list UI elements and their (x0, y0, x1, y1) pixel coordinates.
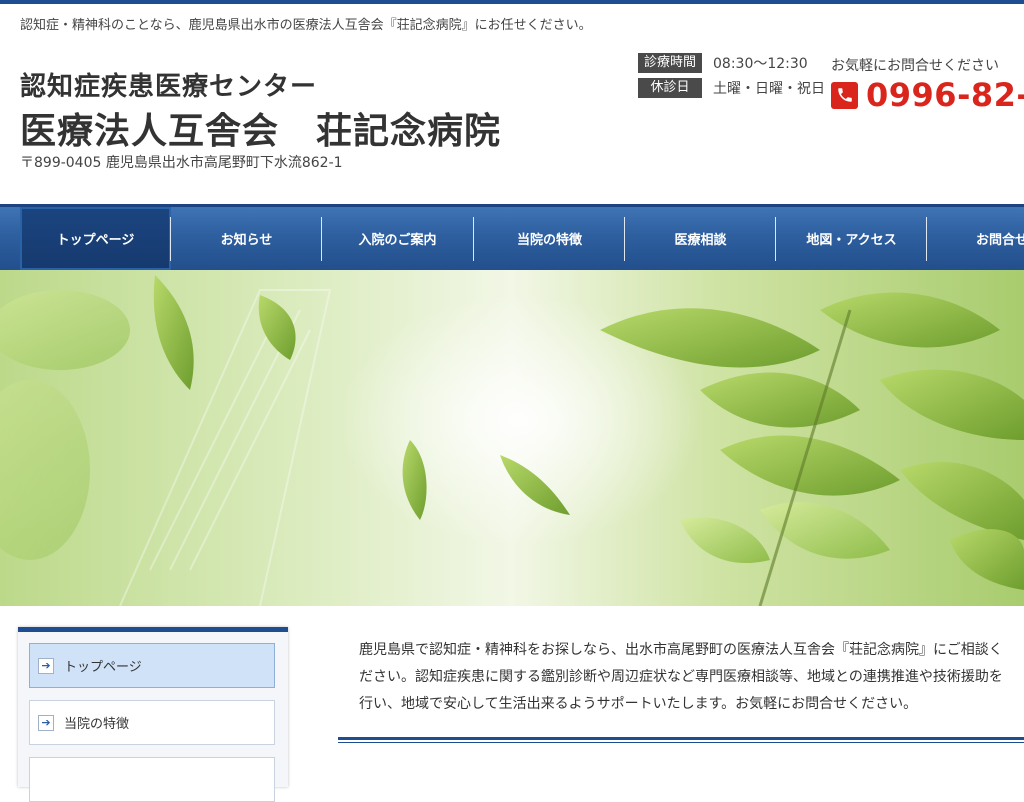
closed-row: 休診日 土曜・日曜・祝日 (638, 78, 825, 98)
sidebar-item-label: トップページ (64, 660, 142, 675)
nav-item-news[interactable]: お知らせ (171, 207, 322, 270)
phone-number: 0996-82-3 (866, 76, 1024, 114)
nav-item-features[interactable]: 当院の特徴 (474, 207, 625, 270)
nav-item-consultation[interactable]: 医療相談 (625, 207, 776, 270)
hero-image (0, 270, 1024, 606)
hospital-address: 〒899-0405 鹿児島県出水市高尾野町下水流862-1 (20, 155, 343, 171)
closed-label: 休診日 (638, 78, 702, 98)
hero-foliage (0, 275, 1024, 606)
sidebar-item-next[interactable] (29, 757, 275, 802)
arrow-right-icon: ➔ (38, 657, 54, 674)
sidebar-item-features[interactable]: ➔ 当院の特徴 (29, 700, 275, 745)
nav-item-access[interactable]: 地図・アクセス (776, 207, 927, 270)
intro-text: 鹿児島県で認知症・精神科をお探しなら、出水市高尾野町の医療法人互舎会『荘記念病院… (359, 637, 1024, 718)
intro-line: 行い、地域で安心して生活出来るようサポートいたします。お気軽にお問合せください。 (359, 696, 918, 712)
arrow-right-icon: ➔ (38, 714, 54, 731)
hours-row: 診療時間 08:30〜12:30 (638, 53, 808, 73)
header-tagline: 認知症・精神科のことなら、鹿児島県出水市の医療法人互舎会『荘記念病院』にお任せく… (20, 18, 592, 33)
hours-value: 08:30〜12:30 (713, 56, 808, 72)
top-accent-bar (0, 0, 1024, 4)
nav-item-contact[interactable]: お問合せ (927, 207, 1024, 270)
nav-item-admission[interactable]: 入院のご案内 (322, 207, 473, 270)
site-subtitle: 認知症疾患医療センター (20, 72, 318, 102)
intro-line: ださい。認知症疾患に関する鑑別診断や周辺症状など専門医療相談等、地域との連携推進… (359, 669, 1003, 685)
sidebar-item-top[interactable]: ➔ トップページ (29, 643, 275, 688)
site-title[interactable]: 医療法人互舎会 荘記念病院 (20, 102, 501, 154)
closed-value: 土曜・日曜・祝日 (713, 81, 825, 97)
sidebar-item-label: 当院の特徴 (64, 717, 130, 732)
intro-line: 鹿児島県で認知症・精神科をお探しなら、出水市高尾野町の医療法人互舎会『荘記念病院… (359, 642, 1003, 658)
section-divider (338, 737, 1024, 743)
phone-link[interactable]: 0996-82-3 (831, 76, 1024, 114)
contact-label: お気軽にお問合せください (831, 58, 999, 74)
global-nav: トップページ お知らせ 入院のご案内 当院の特徴 医療相談 地図・アクセス お問… (0, 204, 1024, 270)
hours-label: 診療時間 (638, 53, 702, 73)
nav-contact-label: お問合せ (975, 233, 1024, 248)
sidebar-menu: ➔ トップページ ➔ 当院の特徴 (18, 627, 288, 802)
phone-icon (831, 81, 858, 109)
nav-item-top[interactable]: トップページ (20, 207, 171, 270)
